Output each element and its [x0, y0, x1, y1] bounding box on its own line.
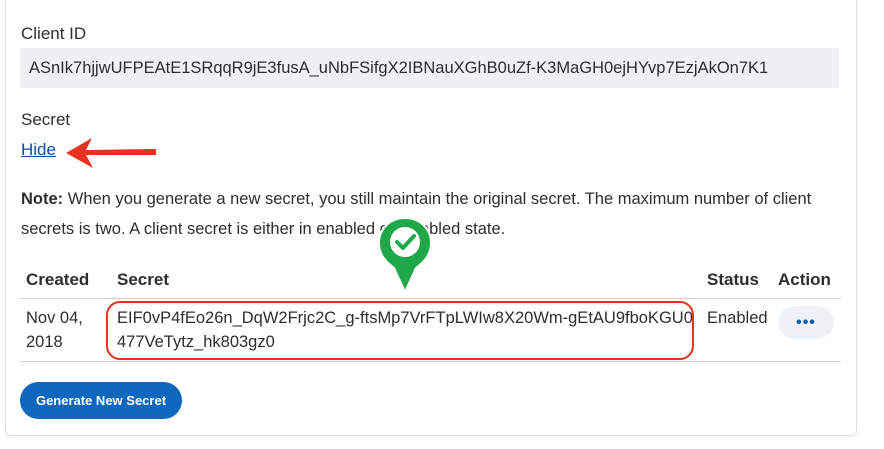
column-header-status: Status	[707, 270, 759, 289]
row-actions-button[interactable]: •••	[778, 306, 834, 339]
red-arrow-annotation	[66, 138, 156, 168]
column-header-secret: Secret	[117, 270, 169, 289]
client-id-label: Client ID	[21, 24, 87, 43]
generate-new-secret-button[interactable]: Generate New Secret	[20, 382, 182, 419]
table-row-divider	[20, 361, 841, 362]
column-header-created: Created	[26, 270, 90, 289]
table-header-divider	[20, 298, 841, 299]
created-date: Nov 04, 2018	[26, 309, 83, 351]
status-value: Enabled	[707, 309, 768, 327]
note-prefix: Note:	[21, 190, 64, 208]
column-header-action: Action	[778, 270, 831, 289]
checkmark-pin-annotation	[377, 216, 433, 294]
more-dots-icon: •••	[796, 314, 816, 331]
secret-highlight-annotation	[106, 301, 694, 360]
client-id-value[interactable]: ASnIk7hjjwUFPEAtE1SRqqR9jE3fusA_uNbFSifg…	[20, 48, 839, 88]
secret-label: Secret	[21, 110, 71, 129]
hide-secret-link[interactable]: Hide	[21, 140, 56, 160]
